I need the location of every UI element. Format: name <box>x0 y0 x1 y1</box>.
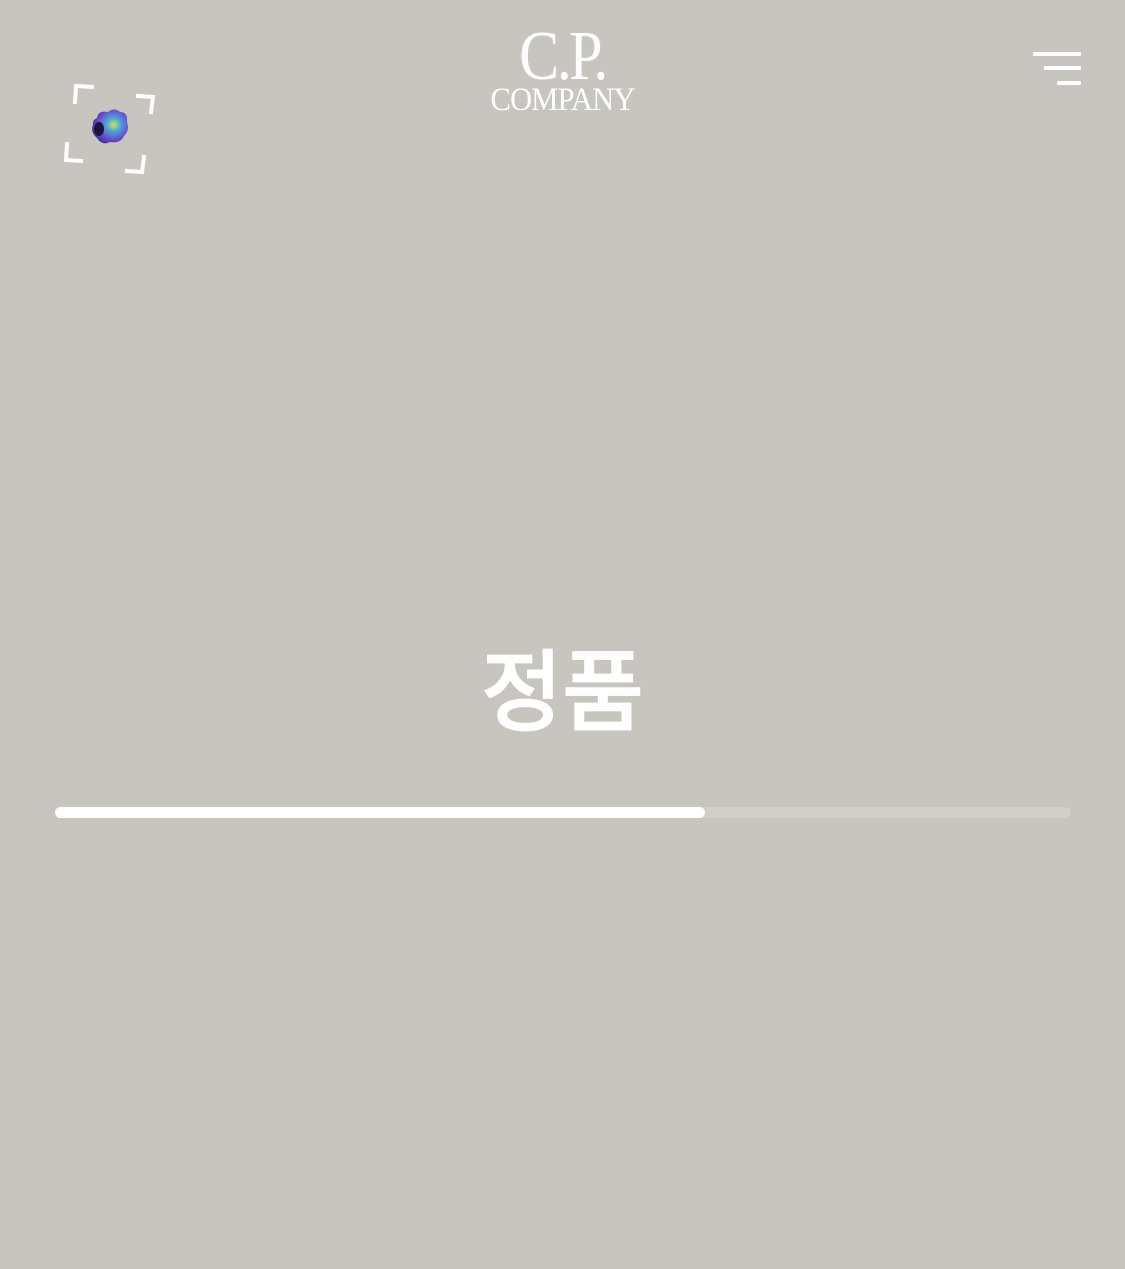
menu-line <box>1044 66 1081 70</box>
menu-line <box>1057 81 1081 85</box>
logo-line1: C.P. <box>519 18 608 95</box>
authenticity-status: 정품 <box>481 641 644 744</box>
logo-line2: COMPANY <box>490 82 635 118</box>
ar-scan-icon <box>63 83 156 175</box>
progress-fill <box>55 807 706 818</box>
brand-logo: C.P. COMPANY <box>0 22 1125 117</box>
progress-bar <box>55 807 1071 818</box>
menu-button[interactable] <box>1028 48 1084 92</box>
ar-scan-button[interactable] <box>62 82 157 175</box>
menu-line <box>1033 52 1081 56</box>
